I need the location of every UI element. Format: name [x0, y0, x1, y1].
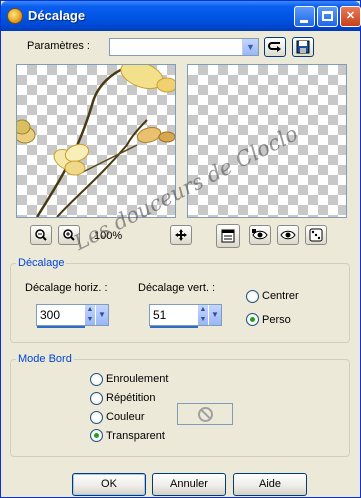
custom-radio[interactable]	[246, 313, 259, 326]
cancel-button[interactable]: Annuler	[152, 473, 226, 496]
horiz-offset-field[interactable]: 300 ▲ ▼ ▼	[36, 304, 109, 328]
window-title: Décalage	[28, 8, 86, 23]
center-label[interactable]: Centrer	[262, 290, 299, 302]
offset-group-title: Décalage	[16, 257, 67, 269]
presets-label: Paramètres :	[27, 40, 90, 52]
transparent-radio[interactable]	[90, 429, 103, 442]
horiz-offset-value: 300	[40, 308, 61, 322]
pan-button[interactable]	[170, 225, 192, 245]
center-radio[interactable]	[246, 290, 259, 303]
wrap-radio[interactable]	[90, 373, 103, 386]
zoom-out-icon	[35, 229, 47, 241]
dice-icon	[309, 228, 323, 242]
horiz-offset-label: Décalage horiz. :	[25, 282, 108, 294]
offset-group	[10, 263, 350, 343]
result-preview[interactable]	[187, 64, 347, 218]
zoom-out-button[interactable]	[30, 225, 52, 245]
horiz-spin-arrows[interactable]: ▲ ▼	[85, 305, 95, 325]
repeat-radio[interactable]	[90, 392, 103, 405]
eye-icon	[280, 230, 296, 240]
move-icon	[175, 229, 187, 241]
color-label[interactable]: Couleur	[106, 411, 145, 423]
eye-proof-icon	[252, 229, 268, 240]
maximize-button[interactable]	[317, 6, 338, 27]
app-icon	[7, 8, 23, 24]
save-preset-button[interactable]	[292, 37, 314, 57]
repeat-label[interactable]: Répétition	[106, 392, 156, 404]
maximize-icon	[322, 11, 333, 21]
source-preview[interactable]	[16, 64, 176, 218]
ok-button[interactable]: OK	[72, 473, 146, 496]
color-radio[interactable]	[90, 411, 103, 424]
presets-combo[interactable]: ▼	[109, 38, 259, 56]
vert-offset-underline	[150, 326, 198, 328]
horiz-slider-dropdown[interactable]: ▼	[96, 305, 108, 325]
toggle-preview-button[interactable]	[216, 224, 240, 248]
proof-button[interactable]	[249, 225, 271, 245]
chevron-down-icon[interactable]: ▼	[242, 39, 258, 55]
vert-spin-arrows[interactable]: ▲ ▼	[198, 305, 208, 325]
vert-slider-dropdown[interactable]: ▼	[209, 305, 221, 325]
preview-panel-icon	[221, 229, 235, 243]
wrap-label[interactable]: Enroulement	[106, 373, 168, 385]
title-bar[interactable]: Décalage ✕	[1, 1, 361, 31]
zoom-in-button[interactable]	[58, 225, 80, 245]
randomize-button[interactable]	[305, 225, 327, 245]
edge-color-swatch[interactable]	[177, 403, 233, 425]
zoom-in-icon	[63, 229, 75, 241]
vert-offset-value: 51	[153, 308, 167, 322]
vert-offset-field[interactable]: 51 ▲ ▼ ▼	[149, 304, 222, 328]
reset-button[interactable]	[264, 37, 286, 57]
minimize-icon	[300, 20, 308, 23]
close-button[interactable]: ✕	[340, 6, 361, 27]
minimize-button[interactable]	[294, 6, 315, 27]
disabled-icon	[198, 407, 213, 422]
zoom-level: 100%	[94, 230, 123, 242]
custom-label[interactable]: Perso	[262, 314, 291, 326]
auto-proof-button[interactable]	[277, 225, 299, 245]
horiz-offset-underline	[37, 326, 85, 328]
reset-arrow-icon	[268, 42, 281, 52]
save-icon	[296, 40, 310, 54]
transparent-label[interactable]: Transparent	[106, 430, 165, 442]
edge-mode-group-title: Mode Bord	[16, 353, 74, 365]
flower-image	[17, 65, 175, 217]
vert-offset-label: Décalage vert. :	[138, 282, 216, 294]
help-button[interactable]: Aide	[233, 473, 307, 496]
offset-dialog: Décalage ✕ Paramètres : ▼ 100% Décalage …	[0, 0, 361, 498]
